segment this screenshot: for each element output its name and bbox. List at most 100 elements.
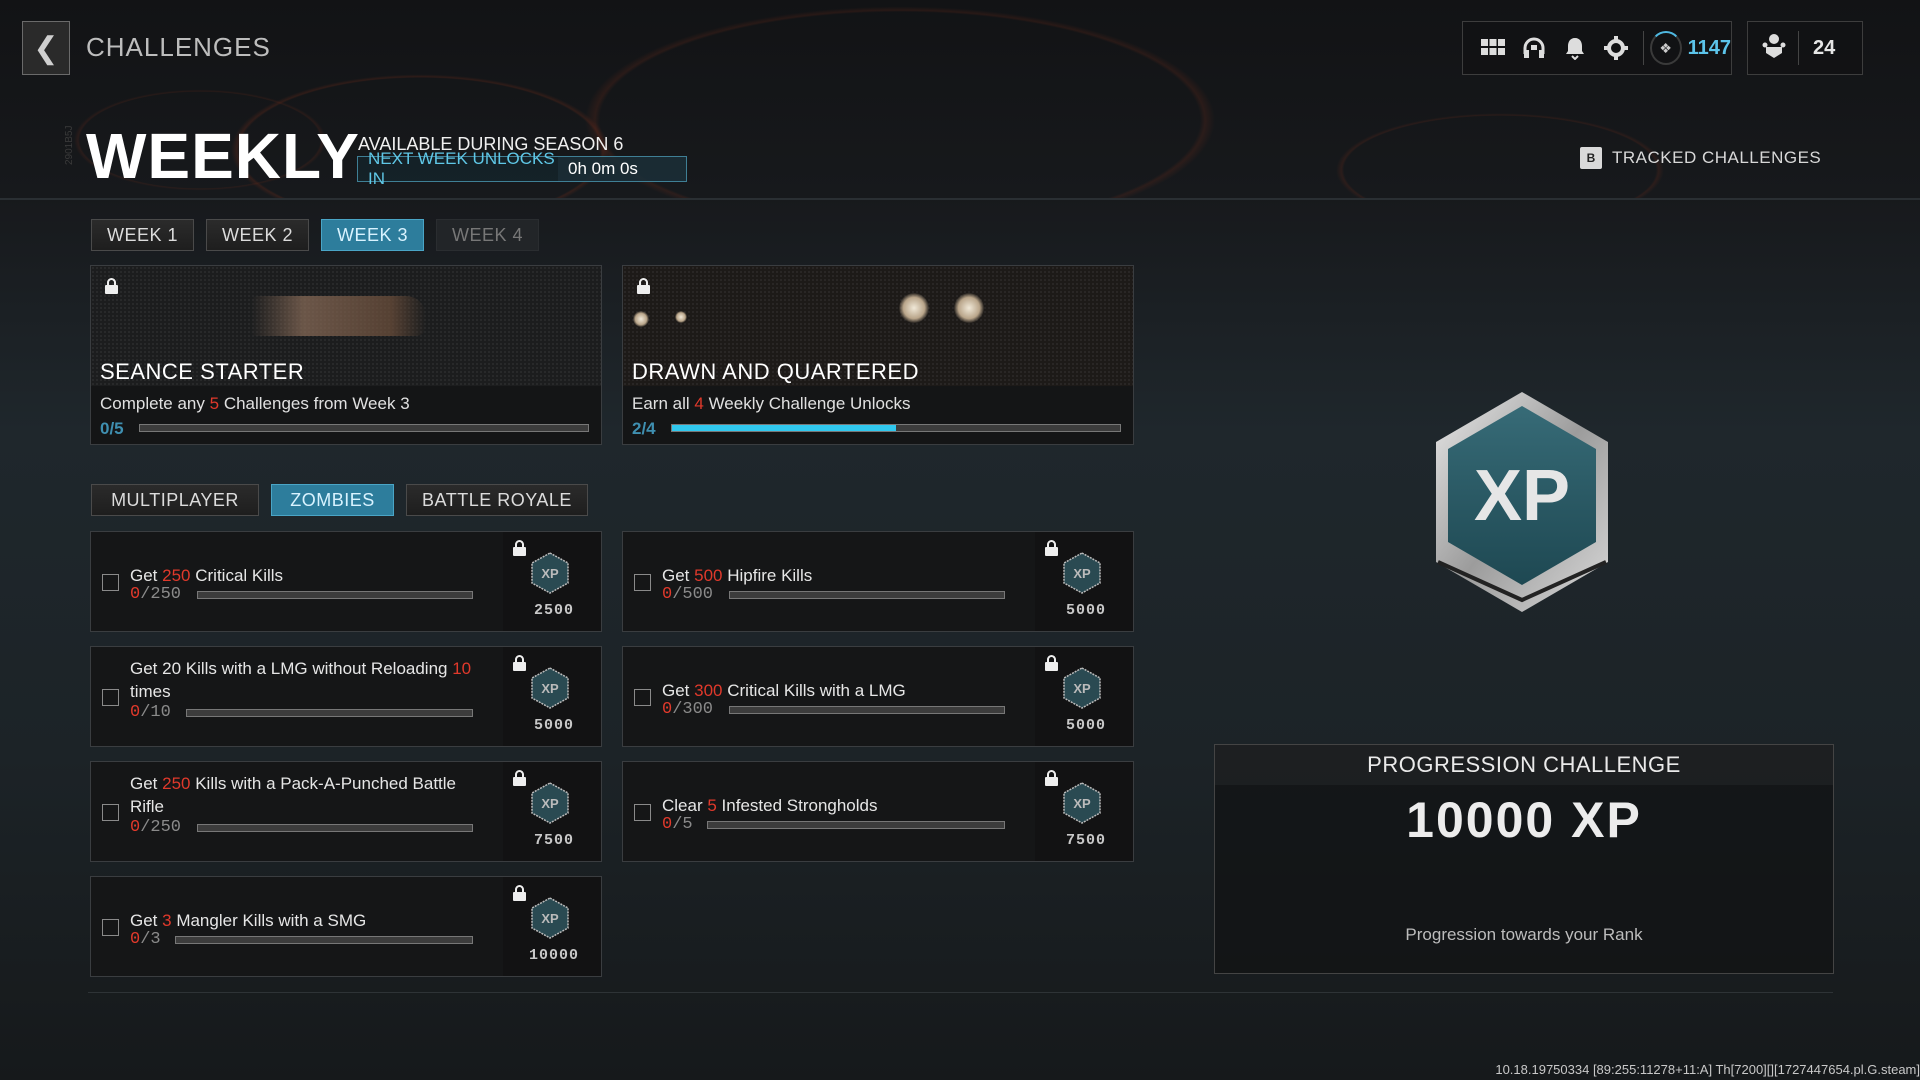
svg-text:XP: XP bbox=[541, 911, 559, 926]
challenge-title: Get 300 Critical Kills with a LMG bbox=[662, 681, 906, 700]
challenge-title: Get 3 Mangler Kills with a SMG bbox=[130, 911, 367, 930]
featured-progress-text: 2/4 bbox=[632, 419, 656, 438]
tab-week-4[interactable]: WEEK 4 bbox=[436, 219, 539, 251]
rank-value: 1147 bbox=[1687, 36, 1731, 59]
lock-icon bbox=[513, 540, 526, 556]
xp-reward-icon: XP bbox=[531, 897, 569, 939]
challenge-title: Get 250 Critical Kills bbox=[130, 566, 284, 585]
tab-week-3[interactable]: WEEK 3 bbox=[321, 219, 424, 251]
challenge-card[interactable]: Get 250 Critical Kills 0/250 XP 2500 bbox=[90, 531, 602, 632]
progression-subtitle: Progression towards your Rank bbox=[1405, 925, 1643, 944]
svg-text:XP: XP bbox=[1073, 566, 1091, 581]
svg-text:XP: XP bbox=[1073, 796, 1091, 811]
challenge-progress-text: 0/500 bbox=[662, 585, 714, 604]
grid-menu-icon[interactable] bbox=[1473, 26, 1514, 70]
back-button[interactable]: ❮ bbox=[22, 21, 70, 75]
tracked-challenges-label: TRACKED CHALLENGES bbox=[1612, 148, 1822, 167]
footer-divider bbox=[88, 992, 1833, 993]
breadcrumb: CHALLENGES bbox=[86, 32, 271, 62]
lock-icon bbox=[513, 885, 526, 901]
challenge-progress-bar bbox=[186, 709, 473, 717]
tab-battle-royale[interactable]: BATTLE ROYALE bbox=[406, 484, 588, 516]
track-checkbox[interactable] bbox=[634, 689, 651, 706]
challenge-card[interactable]: Get 300 Critical Kills with a LMG 0/300 … bbox=[622, 646, 1134, 747]
challenge-title: Get 500 Hipfire Kills bbox=[662, 566, 813, 585]
lock-icon bbox=[513, 655, 526, 671]
progression-heading: PROGRESSION CHALLENGE bbox=[1215, 745, 1833, 785]
featured-description: Complete any 5 Challenges from Week 3 bbox=[100, 394, 410, 413]
side-code: 2901B5J bbox=[64, 125, 75, 165]
challenge-progress-text: 0/10 bbox=[130, 703, 171, 722]
challenge-progress-text: 0/250 bbox=[130, 585, 182, 604]
svg-text:XP: XP bbox=[1073, 681, 1091, 696]
lock-icon bbox=[637, 278, 650, 294]
week-tabs: WEEK 1 WEEK 2 WEEK 3 WEEK 4 bbox=[91, 219, 539, 251]
challenge-title: Get 250 Kills with a Pack-A-Punched Batt… bbox=[130, 774, 457, 816]
xp-reward-icon: XP bbox=[531, 667, 569, 709]
tab-week-2[interactable]: WEEK 2 bbox=[206, 219, 309, 251]
xp-reward-icon: XP bbox=[531, 552, 569, 594]
track-checkbox[interactable] bbox=[102, 689, 119, 706]
track-checkbox[interactable] bbox=[634, 574, 651, 591]
challenge-progress-text: 0/5 bbox=[662, 815, 693, 834]
party-box[interactable]: 24 bbox=[1747, 21, 1863, 75]
lock-icon bbox=[105, 278, 118, 294]
track-checkbox[interactable] bbox=[102, 574, 119, 591]
unlock-timer: NEXT WEEK UNLOCKS IN 0h 0m 0s bbox=[357, 149, 687, 188]
lock-icon bbox=[1045, 655, 1058, 671]
featured-progress-bar bbox=[139, 424, 589, 432]
challenge-progress-bar bbox=[197, 824, 473, 832]
challenge-card[interactable]: Get 20 Kills with a LMG without Reloadin… bbox=[90, 646, 602, 747]
svg-text:XP: XP bbox=[541, 566, 559, 581]
challenge-progress-bar bbox=[197, 591, 473, 599]
chevron-left-icon: ❮ bbox=[33, 31, 59, 65]
track-checkbox[interactable] bbox=[634, 804, 651, 821]
xp-reward-value: 7500 bbox=[1065, 832, 1106, 849]
challenge-card[interactable]: Get 250 Kills with a Pack-A-Punched Batt… bbox=[90, 761, 602, 862]
header-divider bbox=[0, 198, 1920, 200]
track-checkbox[interactable] bbox=[102, 919, 119, 936]
featured-challenge-seance-starter[interactable]: SEANCE STARTER Complete any 5 Challenges… bbox=[90, 265, 602, 445]
divider bbox=[1798, 31, 1799, 65]
tab-week-1[interactable]: WEEK 1 bbox=[91, 219, 194, 251]
challenge-title: Clear 5 Infested Strongholds bbox=[662, 796, 878, 815]
challenge-progress-text: 0/300 bbox=[662, 700, 714, 719]
challenge-card[interactable]: Get 3 Mangler Kills with a SMG 0/3 XP 10… bbox=[90, 876, 602, 977]
bell-icon[interactable] bbox=[1555, 26, 1596, 70]
challenge-progress-bar bbox=[707, 821, 1005, 829]
xp-reward-value: 7500 bbox=[533, 832, 574, 849]
svg-text:XP: XP bbox=[1474, 456, 1570, 536]
divider bbox=[1642, 31, 1644, 65]
xp-reward-value: 2500 bbox=[533, 602, 574, 619]
party-icon bbox=[1762, 33, 1786, 64]
challenge-progress-text: 0/250 bbox=[130, 818, 182, 837]
featured-challenge-drawn-and-quartered[interactable]: DRAWN AND QUARTERED Earn all 4 Weekly Ch… bbox=[622, 265, 1134, 445]
featured-title: DRAWN AND QUARTERED bbox=[632, 359, 919, 384]
tab-zombies[interactable]: ZOMBIES bbox=[271, 484, 394, 516]
progression-xp-amount: 10000 XP bbox=[1406, 792, 1642, 848]
challenge-card[interactable]: Get 500 Hipfire Kills 0/500 XP 5000 bbox=[622, 531, 1134, 632]
featured-title: SEANCE STARTER bbox=[100, 359, 305, 384]
keybind-b: B bbox=[1580, 147, 1602, 169]
top-icon-bar: ❖ 1147 bbox=[1462, 21, 1732, 75]
build-string: 10.18.19750334 [89:255:11278+11:A] Th[72… bbox=[1495, 1062, 1920, 1077]
rank-emblem-icon[interactable]: ❖ bbox=[1649, 31, 1682, 65]
lock-icon bbox=[1045, 770, 1058, 786]
xp-reward-icon: XP bbox=[1063, 782, 1101, 824]
headset-icon[interactable] bbox=[1514, 26, 1555, 70]
tracked-challenges-button[interactable]: B TRACKED CHALLENGES bbox=[1580, 147, 1821, 169]
svg-text:XP: XP bbox=[541, 796, 559, 811]
tab-multiplayer[interactable]: MULTIPLAYER bbox=[91, 484, 259, 516]
mode-tabs: MULTIPLAYER ZOMBIES BATTLE ROYALE bbox=[91, 484, 588, 516]
featured-progress-bar bbox=[671, 424, 1121, 432]
challenge-card[interactable]: Clear 5 Infested Strongholds 0/5 XP 7500 bbox=[622, 761, 1134, 862]
featured-progress-text: 0/5 bbox=[100, 419, 124, 438]
xp-reward-value: 5000 bbox=[533, 717, 574, 734]
party-count: 24 bbox=[1813, 36, 1836, 59]
challenge-progress-text: 0/3 bbox=[130, 930, 161, 949]
progression-challenge-panel: PROGRESSION CHALLENGE 10000 XP Progressi… bbox=[1214, 744, 1834, 974]
track-checkbox[interactable] bbox=[102, 804, 119, 821]
xp-reward-icon: XP bbox=[1063, 667, 1101, 709]
svg-text:XP: XP bbox=[541, 681, 559, 696]
gear-icon[interactable] bbox=[1596, 26, 1637, 70]
